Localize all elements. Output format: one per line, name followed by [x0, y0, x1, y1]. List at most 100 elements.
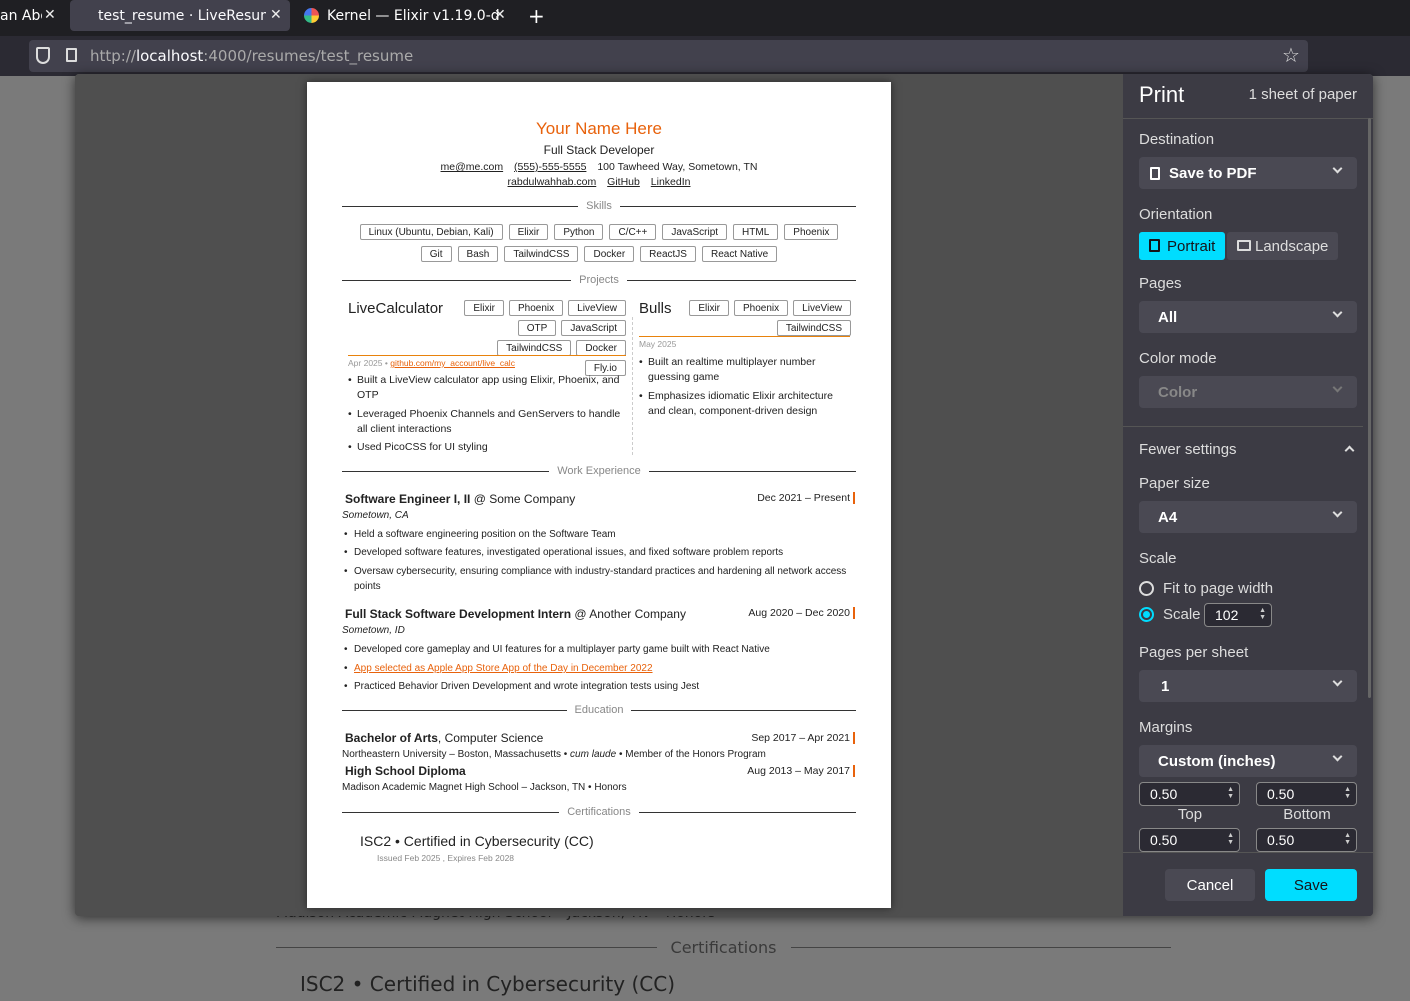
landscape-button[interactable]: Landscape: [1227, 232, 1339, 260]
chevron-down-icon: [1332, 751, 1343, 762]
pages-per-sheet-select[interactable]: 1: [1139, 670, 1357, 702]
tab-test-resume[interactable]: test_resume · LiveResume ✕: [70, 0, 290, 31]
margin-top-input[interactable]: 0.50 ▲ ▼: [1139, 782, 1240, 806]
project-date: May 2025: [639, 339, 677, 349]
tab-bar: an Abd ✕ test_resume · LiveResume ✕ Kern…: [0, 0, 1410, 36]
linkedin-link[interactable]: LinkedIn: [651, 176, 691, 188]
job-location: Sometown, CA: [342, 510, 409, 521]
tab-elixir-kernel[interactable]: Kernel — Elixir v1.19.0-dev ✕: [298, 0, 512, 31]
tech-chip: Docker: [576, 340, 626, 356]
skill-chip: TailwindCSS: [504, 246, 579, 262]
job-dates: Dec 2021 – Present: [757, 492, 855, 504]
print-heading: Print: [1139, 82, 1185, 107]
page-info-icon[interactable]: [66, 48, 77, 62]
contact-row-2: rabdulwahhab.com GitHub LinkedIn: [307, 176, 891, 188]
shield-icon[interactable]: [36, 47, 50, 64]
scale-radio[interactable]: [1139, 607, 1154, 622]
margin-left-input[interactable]: 0.50 ▲ ▼: [1139, 828, 1240, 852]
close-icon[interactable]: ✕: [270, 7, 282, 23]
tech-chip: TailwindCSS: [776, 320, 851, 336]
skill-chip: JavaScript: [662, 224, 728, 240]
tech-chip: Phoenix: [509, 300, 564, 316]
project-rule: [348, 355, 626, 356]
close-icon[interactable]: ✕: [494, 7, 506, 23]
email-link[interactable]: me@me.com: [441, 161, 504, 173]
job-bullet-link[interactable]: App selected as Apple App Store App of t…: [342, 661, 856, 676]
close-icon[interactable]: ✕: [44, 7, 56, 23]
website-link[interactable]: rabdulwahhab.com: [508, 176, 597, 188]
bg-certifications-heading: Certifications: [276, 938, 1172, 957]
margin-bottom-input[interactable]: 0.50 ▲ ▼: [1256, 782, 1357, 806]
job-bullet: Held a software engineering position on …: [342, 527, 856, 542]
project-chips: Elixir Phoenix LiveView TailwindCSS: [677, 300, 851, 336]
project-title: LiveCalculator: [348, 300, 444, 317]
tech-chip: TailwindCSS: [497, 340, 572, 356]
paper-size-select[interactable]: A4: [1139, 501, 1357, 533]
url-text[interactable]: http://localhost:4000/resumes/test_resum…: [90, 47, 413, 65]
bookmark-star-icon[interactable]: ☆: [1282, 43, 1300, 67]
skill-chip: ReactJS: [640, 246, 696, 262]
margins-select[interactable]: Custom (inches): [1139, 745, 1357, 777]
job-bullet: Practiced Behavior Driven Development an…: [342, 679, 856, 694]
bg-cert-title: ISC2 • Certified in Cybersecurity (CC): [300, 972, 675, 996]
new-tab-icon[interactable]: +: [528, 4, 545, 28]
job-bullet: Developed core gameplay and UI features …: [342, 642, 856, 657]
stepper-icon[interactable]: ▲ ▼: [1259, 607, 1266, 621]
navigation-bar: http://localhost:4000/resumes/test_resum…: [0, 36, 1410, 76]
tab-partial[interactable]: an Abd ✕: [0, 0, 64, 31]
degree-title: High School Diploma: [345, 764, 466, 778]
project-divider: [632, 317, 633, 455]
tech-chip: LiveView: [568, 300, 626, 316]
skill-chip: HTML: [733, 224, 779, 240]
stepper-icon[interactable]: ▲ ▼: [1227, 786, 1234, 800]
print-settings-panel: Print 1 sheet of paper Destination Save …: [1123, 74, 1373, 916]
cert-title: ISC2 • Certified in Cybersecurity (CC): [360, 833, 594, 849]
color-mode-select[interactable]: Color: [1139, 376, 1357, 408]
cancel-button[interactable]: Cancel: [1165, 869, 1255, 901]
destination-select[interactable]: Save to PDF: [1139, 157, 1357, 189]
skill-chip: Python: [554, 224, 604, 240]
stepper-icon[interactable]: ▲ ▼: [1344, 832, 1351, 846]
skills-row-2: Git Bash TailwindCSS Docker ReactJS Reac…: [307, 246, 891, 262]
portrait-button[interactable]: Portrait: [1139, 232, 1226, 260]
chevron-up-icon: [1344, 445, 1355, 456]
margin-right-input[interactable]: 0.50 ▲ ▼: [1256, 828, 1357, 852]
landscape-page-icon: [1237, 240, 1251, 251]
color-mode-label: Color mode: [1139, 350, 1217, 367]
cert-dates: Issued Feb 2025 , Expires Feb 2028: [377, 853, 515, 863]
job-bullet: Oversaw cybersecurity, ensuring complian…: [342, 564, 856, 594]
project-link[interactable]: github.com/my_account/live_calc: [390, 358, 515, 368]
chevron-down-icon: [1332, 163, 1343, 174]
github-link[interactable]: GitHub: [607, 176, 640, 188]
skill-chip: Linux (Ubuntu, Debian, Kali): [359, 224, 503, 240]
degree-dates: Aug 2013 – May 2017: [747, 765, 855, 777]
project-bullet: Built a LiveView calculator app using El…: [348, 373, 627, 403]
tab-label: test_resume · LiveResume: [98, 7, 266, 24]
tab-label: an Abd: [0, 7, 42, 24]
url-field[interactable]: http://localhost:4000/resumes/test_resum…: [29, 40, 1308, 72]
stepper-icon[interactable]: ▲ ▼: [1344, 786, 1351, 800]
work-heading: Work Experience: [342, 465, 856, 477]
chevron-down-icon: [1332, 382, 1343, 393]
phone-link[interactable]: (555)-555-5555: [514, 161, 586, 173]
save-button[interactable]: Save: [1265, 869, 1357, 901]
fit-width-radio[interactable]: [1139, 581, 1154, 596]
portrait-page-icon: [1149, 239, 1160, 252]
scale-label: Scale: [1139, 550, 1177, 567]
tech-chip: JavaScript: [561, 320, 626, 336]
document-icon: [1150, 166, 1160, 180]
elixir-favicon-icon: [304, 8, 319, 23]
skill-chip: Git: [420, 246, 452, 262]
print-dialog: Your Name Here Full Stack Developer me@m…: [75, 74, 1373, 916]
project-rule: [639, 336, 850, 337]
dialog-footer: Cancel Save: [1123, 852, 1373, 916]
divider: [1123, 118, 1373, 119]
settings-scrollbar[interactable]: [1368, 118, 1371, 698]
project-bullet: Leveraged Phoenix Channels and GenServer…: [348, 407, 627, 437]
fewer-settings-toggle[interactable]: Fewer settings: [1139, 441, 1357, 458]
stepper-icon[interactable]: ▲ ▼: [1227, 832, 1234, 846]
scale-input[interactable]: 102 ▲ ▼: [1204, 603, 1272, 627]
pages-per-sheet-label: Pages per sheet: [1139, 644, 1249, 661]
sheet-count: 1 sheet of paper: [1248, 86, 1357, 103]
pages-select[interactable]: All: [1139, 301, 1357, 333]
